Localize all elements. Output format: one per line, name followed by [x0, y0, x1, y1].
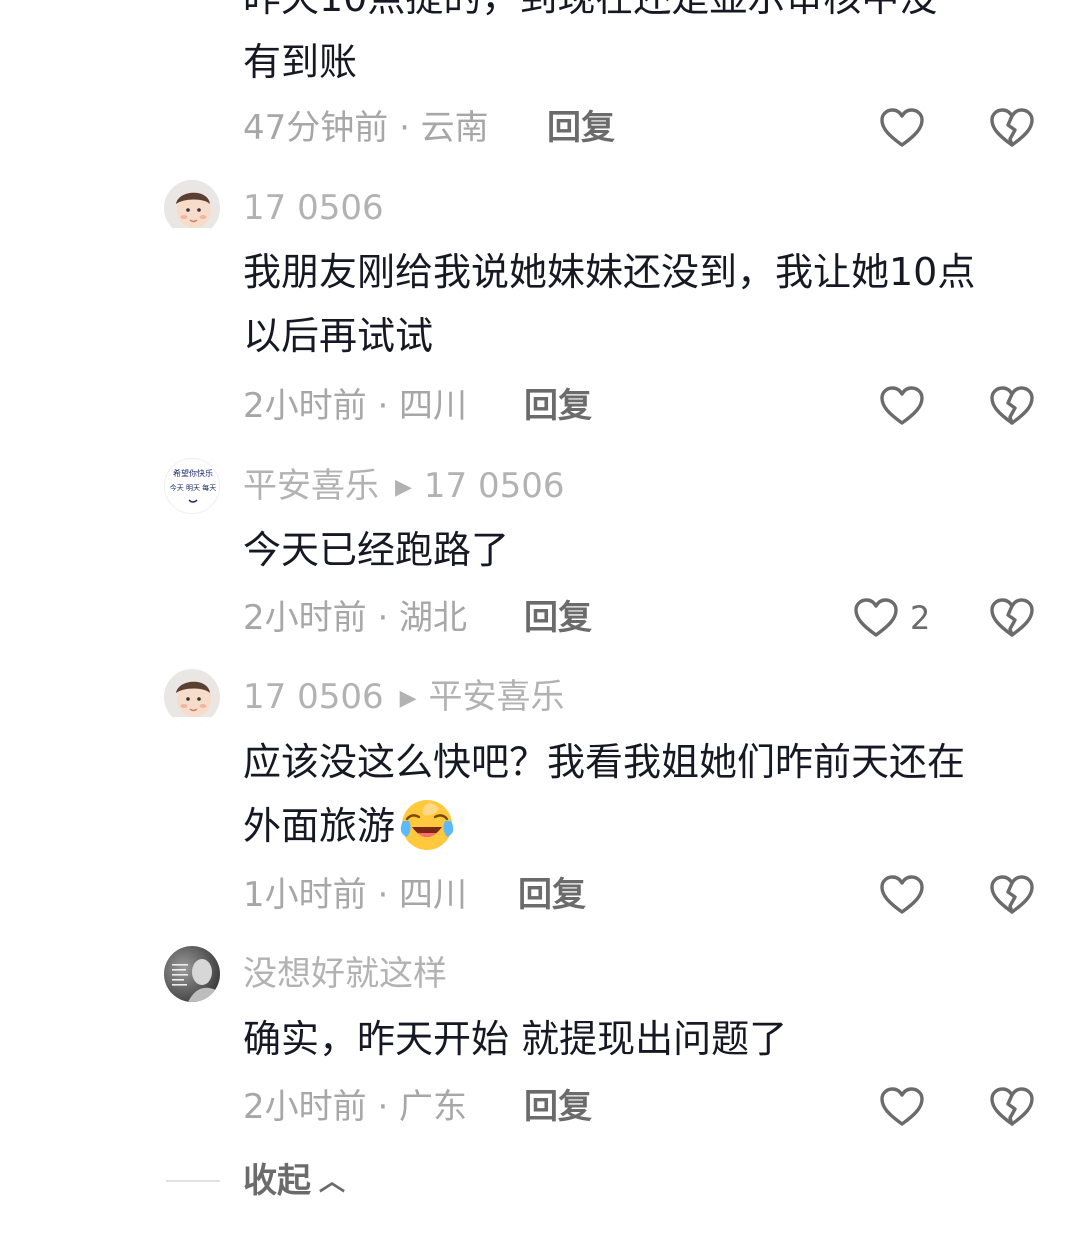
comment-text-line: 有到账 — [243, 40, 358, 84]
avatar[interactable]: 希望你快乐 今天 明天 每天 — [164, 458, 220, 514]
comment-header: 17 0506 ▶ 平安喜乐 — [243, 675, 565, 719]
broken-heart-icon[interactable] — [988, 1083, 1036, 1131]
reply-button[interactable]: 回复 — [524, 384, 592, 428]
reply-button[interactable]: 回复 — [547, 106, 615, 150]
comment-meta: 47分钟前 · 云南 回复 — [243, 106, 615, 150]
divider — [166, 1180, 220, 1182]
collapse-replies: 收起 ︿ — [0, 1156, 1080, 1206]
heart-outline-icon — [878, 871, 926, 919]
comment-meta: 2小时前 · 四川 回复 — [243, 384, 592, 428]
like-button[interactable] — [878, 382, 936, 430]
avatar-text: 今天 明天 每天 — [170, 483, 216, 492]
avatar[interactable] — [164, 946, 220, 1002]
broken-heart-icon[interactable] — [988, 382, 1036, 430]
comment-text: 我朋友刚给我说她妹妹还没到，我让她10点 以后再试试 — [243, 240, 1043, 368]
avatar[interactable] — [164, 669, 220, 725]
like-button[interactable]: 2 — [852, 594, 930, 642]
username[interactable]: 17 0506 — [243, 677, 384, 717]
username[interactable]: 没想好就这样 — [243, 954, 447, 994]
comment-meta: 2小时前 · 广东 回复 — [243, 1085, 592, 1129]
chevron-up-icon: ︿ — [319, 1167, 346, 1197]
comment-text-line: 今天已经跑路了 — [243, 528, 510, 572]
comment-text-segment: 外面旅游 — [243, 804, 396, 848]
comment-text-line: 昨天10点提的，到现在还是显示审核中没 — [243, 0, 1043, 30]
comment-text: 应该没这么快吧？我看我姐她们昨前天还在 外面旅游 — [243, 730, 1043, 858]
reply-button[interactable]: 回复 — [524, 596, 592, 640]
username[interactable]: 17 0506 — [243, 188, 384, 228]
comment-text-line: 外面旅游 — [243, 794, 1043, 858]
comment-meta: 1小时前 · 四川 回复 — [243, 873, 586, 917]
time-location: 2小时前 · 四川 — [243, 386, 468, 426]
reply-arrow-icon: ▶ — [395, 475, 412, 500]
comment-text-line: 应该没这么快吧？我看我姐她们昨前天还在 — [243, 740, 966, 784]
collapse-label: 收起 — [243, 1161, 311, 1201]
heart-outline-icon — [852, 594, 900, 642]
comment-header: 平安喜乐 ▶ 17 0506 — [243, 464, 565, 508]
comment-meta: 2小时前 · 湖北 回复 — [243, 596, 592, 640]
reply-button[interactable]: 回复 — [524, 1085, 592, 1129]
collapse-button[interactable]: 收起 ︿ — [243, 1156, 345, 1207]
like-button[interactable] — [878, 1083, 936, 1131]
reply-to-username[interactable]: 平安喜乐 — [429, 677, 565, 717]
like-count: 2 — [910, 599, 931, 637]
broken-heart-icon[interactable] — [988, 871, 1036, 919]
broken-heart-icon[interactable] — [988, 594, 1036, 642]
broken-heart-icon[interactable] — [988, 104, 1036, 152]
reply-arrow-icon: ▶ — [399, 686, 417, 711]
comment-header: 17 0506 — [243, 186, 384, 230]
comment-text-line: 以后再试试 — [243, 314, 434, 358]
comment-text: 确实，昨天开始 就提现出问题了 — [243, 1007, 1043, 1071]
like-button[interactable] — [878, 871, 936, 919]
avatar-text: 希望你快乐 — [173, 468, 213, 478]
username[interactable]: 平安喜乐 — [243, 466, 379, 506]
heart-outline-icon — [878, 1083, 926, 1131]
heart-outline-icon — [878, 104, 926, 152]
comment-text-line: 我朋友刚给我说她妹妹还没到，我让她10点 — [243, 250, 976, 294]
comment-thread: 昨天10点提的，到现在还是显示审核中没 有到账 47分钟前 · 云南 回复 — [0, 0, 1080, 1241]
comment-text: 今天已经跑路了 — [243, 518, 1043, 582]
heart-outline-icon — [878, 382, 926, 430]
time-location: 2小时前 · 广东 — [243, 1087, 468, 1127]
reply-button[interactable]: 回复 — [518, 873, 586, 917]
time-location: 1小时前 · 四川 — [243, 875, 468, 915]
comment-text-line: 确实，昨天开始 就提现出问题了 — [243, 1017, 788, 1061]
reply-to-username[interactable]: 17 0506 — [424, 466, 565, 506]
time-location: 2小时前 · 湖北 — [243, 598, 468, 638]
comment-header: 没想好就这样 — [243, 952, 447, 996]
avatar[interactable] — [164, 180, 220, 236]
comment-text: 昨天10点提的，到现在还是显示审核中没 有到账 — [243, 0, 1043, 94]
time-location: 47分钟前 · 云南 — [243, 108, 489, 148]
like-button[interactable] — [878, 104, 936, 152]
laugh-cry-emoji — [399, 797, 455, 853]
